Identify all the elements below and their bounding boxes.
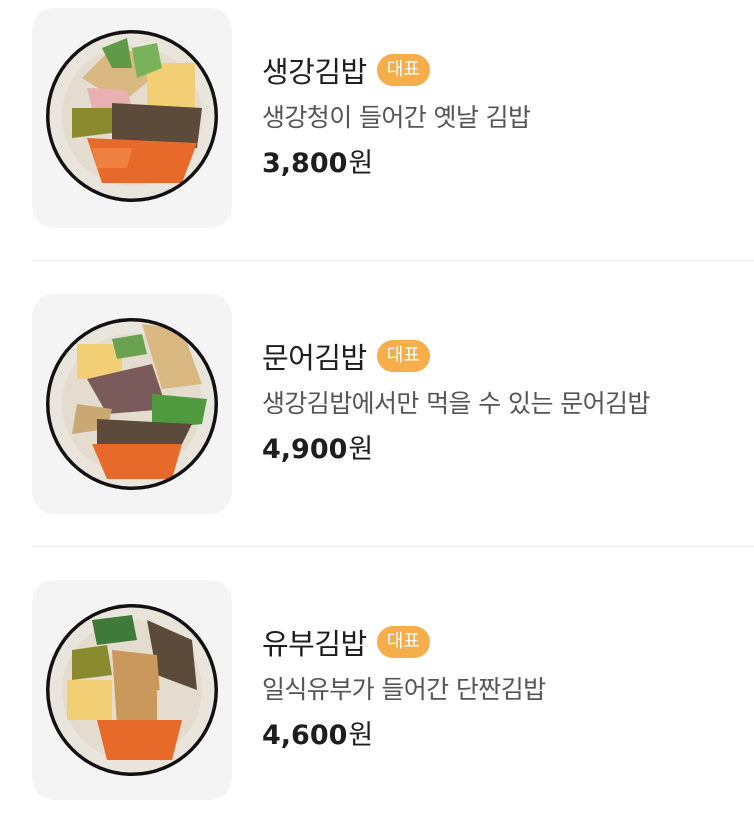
menu-item-description: 일식유부가 들어간 단짠김밥	[262, 675, 546, 704]
divider	[32, 260, 754, 261]
signature-badge: 대표	[376, 54, 430, 86]
menu-item-name: 문어김밥	[262, 341, 367, 375]
price-number: 3,800	[262, 148, 348, 179]
menu-item-name: 생강김밥	[262, 55, 367, 89]
menu-item-image	[32, 580, 232, 800]
menu-item-tofu-gimbap[interactable]: 유부김밥 대표 일식유부가 들어간 단짠김밥 4,600원	[0, 572, 754, 830]
menu-item-octopus-gimbap[interactable]: 문어김밥 대표 생강김밥에서만 먹을 수 있는 문어김밥 4,900원	[0, 286, 754, 572]
price-unit: 원	[348, 434, 374, 465]
signature-badge: 대표	[376, 340, 430, 372]
menu-item-description: 생강청이 들어간 옛날 김밥	[262, 103, 531, 132]
menu-item-image	[32, 294, 232, 514]
title-row: 유부김밥 대표	[262, 622, 734, 662]
price-number: 4,600	[262, 720, 348, 751]
gimbap-tofu-photo-icon	[46, 604, 218, 776]
menu-item-info: 생강김밥 대표 생강청이 들어간 옛날 김밥 3,800원	[262, 50, 734, 182]
menu-item-image	[32, 8, 232, 228]
price-number: 4,900	[262, 434, 348, 465]
gimbap-octopus-photo-icon	[46, 318, 218, 490]
menu-item-info: 유부김밥 대표 일식유부가 들어간 단짠김밥 4,600원	[262, 622, 734, 754]
price-unit: 원	[348, 720, 374, 751]
menu-item-price: 3,800원	[262, 146, 734, 182]
menu-list: 생강김밥 대표 생강청이 들어간 옛날 김밥 3,800원 문어김밥 대표 생강…	[0, 0, 754, 830]
title-row: 생강김밥 대표	[262, 50, 734, 90]
divider	[32, 546, 754, 547]
price-unit: 원	[348, 148, 374, 179]
gimbap-ginger-photo-icon	[46, 30, 218, 202]
menu-item-info: 문어김밥 대표 생강김밥에서만 먹을 수 있는 문어김밥 4,900원	[262, 336, 734, 468]
menu-item-description: 생강김밥에서만 먹을 수 있는 문어김밥	[262, 389, 650, 418]
title-row: 문어김밥 대표	[262, 336, 734, 376]
signature-badge: 대표	[376, 626, 430, 658]
menu-item-name: 유부김밥	[262, 627, 367, 661]
menu-item-ginger-gimbap[interactable]: 생강김밥 대표 생강청이 들어간 옛날 김밥 3,800원	[0, 0, 754, 286]
menu-item-price: 4,900원	[262, 432, 734, 468]
menu-item-price: 4,600원	[262, 718, 734, 754]
